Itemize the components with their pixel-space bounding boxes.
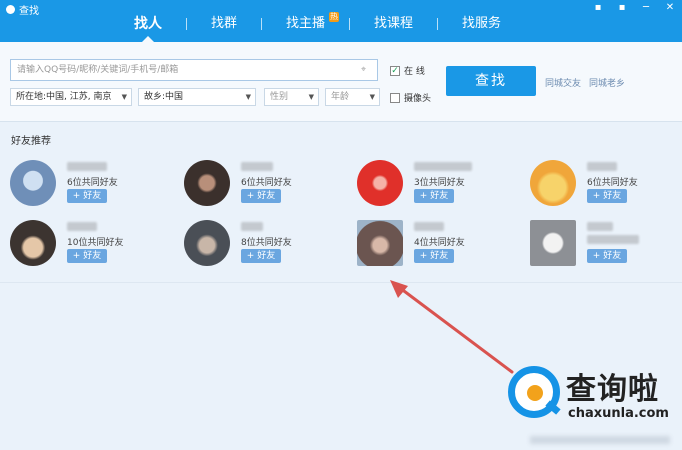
section-divider (0, 282, 682, 283)
checkbox-unchecked-icon[interactable] (390, 92, 400, 103)
mutual-friends-count: 4位共同好友 (414, 238, 465, 248)
chevron-down-icon: ▼ (245, 93, 251, 101)
app-title: 查找 (6, 2, 39, 17)
recommend-card: 3位共同好友 + 好友 (357, 160, 527, 216)
tab-find-people[interactable]: 找人 (110, 14, 186, 43)
add-friend-button[interactable]: + 好友 (414, 249, 454, 263)
location-pin-icon[interactable]: ⌖ (361, 65, 369, 75)
title-bar: 查找 ▪ ▪ ─ ✕ 找人 找群 找主播热 找课程 找服务 (0, 0, 682, 43)
nickname-blurred (241, 162, 273, 171)
nav-tabs: 找人 找群 找主播热 找课程 找服务 (110, 12, 525, 43)
tab-label: 找课程 (374, 16, 414, 31)
hometown-select[interactable]: 故乡:中国 ▼ (138, 88, 256, 106)
recommend-card: 6位共同好友 + 好友 (10, 160, 180, 216)
mutual-blurred (587, 235, 639, 244)
select-value: 性别 (270, 92, 289, 102)
recommend-card: 4位共同好友 + 好友 (357, 220, 527, 276)
select-value: 年龄 (331, 92, 350, 102)
close-icon[interactable]: ✕ (664, 3, 676, 13)
mutual-friends-count: 3位共同好友 (414, 178, 465, 188)
tab-label: 找主播 (286, 16, 326, 31)
qq-logo-icon (6, 5, 15, 14)
footer-blurred-text (530, 436, 670, 444)
location-select[interactable]: 所在地:中国, 江苏, 南京 ▼ (10, 88, 132, 106)
mutual-friends-count: 8位共同好友 (241, 238, 292, 248)
online-label: 在 线 (404, 67, 425, 77)
add-friend-button[interactable]: + 好友 (67, 249, 107, 263)
minimize-icon[interactable]: ─ (640, 3, 652, 13)
camera-checkbox[interactable]: 摄像头 (390, 91, 431, 104)
window-controls: ▪ ▪ ─ ✕ (592, 3, 676, 13)
avatar[interactable] (530, 220, 576, 266)
avatar[interactable] (184, 160, 230, 206)
add-friend-button[interactable]: + 好友 (414, 189, 454, 203)
avatar[interactable] (184, 220, 230, 266)
nickname-blurred (414, 222, 444, 231)
chevron-down-icon: ▼ (308, 93, 314, 101)
select-value: 所在地:中国, 江苏, 南京 (16, 92, 112, 102)
online-checkbox[interactable]: ✓ 在 线 (390, 64, 425, 77)
chevron-down-icon: ▼ (121, 93, 127, 101)
nickname-blurred (414, 162, 472, 171)
camera-label: 摄像头 (404, 94, 432, 104)
select-value: 故乡:中国 (144, 92, 184, 102)
tab-find-groups[interactable]: 找群 (187, 14, 261, 34)
message-icon[interactable]: ▪ (592, 3, 604, 13)
mutual-friends-count: 6位共同好友 (241, 178, 292, 188)
hot-badge: 热 (329, 12, 340, 22)
avatar[interactable] (357, 220, 403, 266)
recommend-card: + 好友 (530, 220, 682, 276)
quick-links: 同城交友 同城老乡 (545, 76, 625, 89)
add-friend-button[interactable]: + 好友 (241, 189, 281, 203)
mutual-friends-count: 6位共同好友 (587, 178, 638, 188)
recommend-card: 6位共同好友 + 好友 (184, 160, 354, 216)
nickname-blurred (67, 162, 107, 171)
add-friend-button[interactable]: + 好友 (587, 189, 627, 203)
mutual-friends-count: 6位共同好友 (67, 178, 118, 188)
nickname-blurred (241, 222, 263, 231)
add-friend-button[interactable]: + 好友 (67, 189, 107, 203)
checkbox-checked-icon[interactable]: ✓ (390, 65, 400, 76)
nickname-blurred (67, 222, 97, 231)
recommend-card: 8位共同好友 + 好友 (184, 220, 354, 276)
nickname-blurred (587, 162, 617, 171)
window-title: 查找 (19, 6, 39, 17)
gender-select[interactable]: 性别 ▼ (264, 88, 319, 106)
tab-find-courses[interactable]: 找课程 (350, 14, 437, 34)
lock-icon[interactable]: ▪ (616, 3, 628, 13)
tab-label: 找人 (134, 16, 162, 32)
watermark-text-cn: 查询啦 (566, 372, 659, 407)
section-title: 好友推荐 (11, 136, 51, 147)
recommend-card: 6位共同好友 + 好友 (530, 160, 682, 216)
add-friend-button[interactable]: + 好友 (241, 249, 281, 263)
recommend-card: 10位共同好友 + 好友 (10, 220, 180, 276)
chevron-down-icon: ▼ (369, 93, 375, 101)
age-select[interactable]: 年龄 ▼ (325, 88, 380, 106)
link-local-friends[interactable]: 同城交友 (545, 76, 581, 89)
tab-label: 找群 (211, 16, 238, 31)
avatar[interactable] (357, 160, 403, 206)
link-hometown-friends[interactable]: 同城老乡 (589, 76, 625, 89)
tab-find-streamers[interactable]: 找主播热 (262, 12, 349, 34)
watermark-text-en: chaxunla.com (568, 406, 669, 421)
add-friend-button[interactable]: + 好友 (587, 249, 627, 263)
avatar[interactable] (530, 160, 576, 206)
tab-find-services[interactable]: 找服务 (438, 14, 525, 34)
find-button[interactable]: 查找 (446, 66, 536, 96)
search-input[interactable]: 请输入QQ号码/昵称/关键词/手机号/邮箱 ⌖ (10, 59, 378, 81)
search-panel: 请输入QQ号码/昵称/关键词/手机号/邮箱 ⌖ 所在地:中国, 江苏, 南京 ▼ … (0, 42, 682, 122)
avatar[interactable] (10, 220, 56, 266)
watermark: 查询啦 chaxunla.com (508, 360, 673, 430)
nickname-blurred (587, 222, 613, 231)
search-placeholder: 请输入QQ号码/昵称/关键词/手机号/邮箱 (17, 65, 179, 75)
mutual-friends-count: 10位共同好友 (67, 238, 124, 248)
tab-label: 找服务 (462, 16, 502, 31)
avatar[interactable] (10, 160, 56, 206)
